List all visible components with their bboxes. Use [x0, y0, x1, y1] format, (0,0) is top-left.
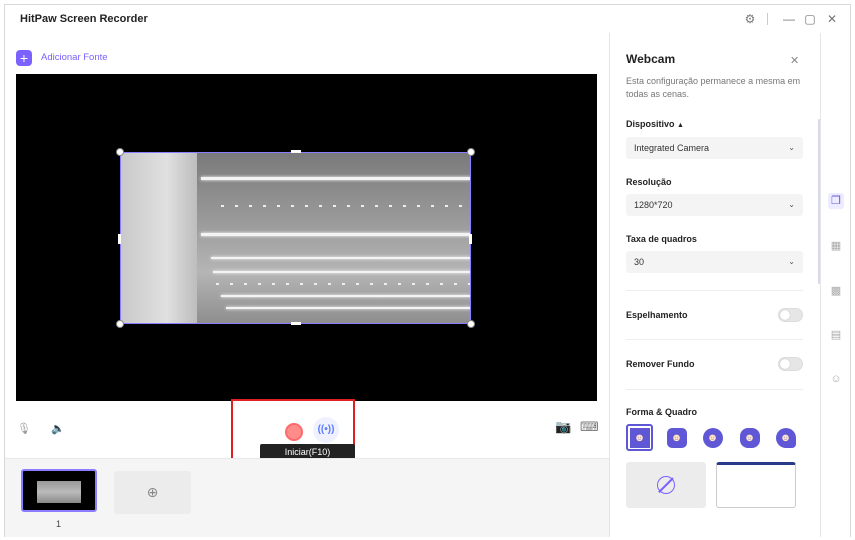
face-icon: ☻ [775, 427, 796, 448]
scene-bar: 1 ⊕ [5, 458, 609, 537]
shape-heart[interactable]: ☻ [772, 424, 799, 451]
speaker-icon[interactable]: 🔈 [51, 422, 65, 435]
shape-rectangle[interactable]: ☻ [626, 424, 653, 451]
face-icon: ☻ [666, 427, 687, 448]
minimize-icon[interactable]: — [782, 12, 796, 26]
add-source-label: Adicionar Fonte [41, 52, 108, 63]
app-window: HitPaw Screen Recorder ⚙ — ▢ ✕ + Adicion… [4, 4, 851, 537]
device-select[interactable]: Integrated Camera ⌄ [626, 137, 803, 159]
resize-handle-top-left[interactable] [116, 148, 124, 156]
shape-circle[interactable]: ☻ [699, 424, 726, 451]
divider [626, 290, 803, 291]
title-separator [767, 13, 768, 25]
chevron-down-icon: ⌄ [788, 257, 795, 266]
shape-label: Forma & Quadro [626, 407, 698, 417]
main-area: + Adicionar Fonte 🎙 🔈 ((•)) 📷 ⌨ Iniciar(… [5, 33, 609, 537]
resize-handle-right[interactable] [469, 234, 472, 244]
divider [626, 389, 803, 390]
app-title: HitPaw Screen Recorder [20, 13, 148, 25]
plus-icon: + [16, 49, 32, 66]
face-icon: ☻ [739, 427, 760, 448]
face-icon: ☻ [629, 427, 650, 448]
add-source-button[interactable]: + Adicionar Fonte [16, 49, 108, 66]
plus-circle-icon: ⊕ [146, 484, 159, 500]
microphone-icon[interactable]: 🎙 [17, 422, 31, 435]
frame-none[interactable] [626, 462, 706, 508]
frame-window[interactable] [716, 462, 796, 508]
maximize-icon[interactable]: ▢ [803, 12, 817, 26]
framerate-label: Taxa de quadros [626, 234, 697, 244]
chevron-down-icon: ⌄ [788, 143, 795, 152]
shape-rounded[interactable]: ☻ [663, 424, 690, 451]
sticker-icon[interactable]: ☺ [828, 371, 844, 387]
resize-handle-top-right[interactable] [467, 148, 475, 156]
title-bar: HitPaw Screen Recorder ⚙ — ▢ ✕ [5, 5, 850, 33]
layers-icon[interactable]: ❐ [828, 193, 844, 209]
webcam-source[interactable] [120, 152, 471, 324]
ceiling-dots [221, 205, 470, 207]
ceiling-light [226, 307, 470, 309]
ceiling-light [221, 295, 470, 297]
mirror-label: Espelhamento [626, 310, 688, 320]
device-value: Integrated Camera [634, 143, 710, 153]
texture-icon[interactable]: ▩ [828, 283, 844, 299]
face-icon: ☻ [702, 427, 723, 448]
ceiling-light [211, 257, 470, 259]
camera-wall [121, 153, 197, 323]
webcam-settings-panel: Webcam ✕ Esta configuração permanece a m… [609, 33, 821, 537]
layout-icon[interactable]: ▦ [828, 238, 844, 254]
resize-handle-bottom-left[interactable] [116, 320, 124, 328]
resize-handle-bottom[interactable] [291, 322, 301, 325]
resolution-select[interactable]: 1280*720 ⌄ [626, 194, 803, 216]
device-label: Dispositivo ▲ [626, 119, 684, 129]
remove-bg-toggle[interactable] [778, 357, 803, 371]
scene-thumbnail[interactable] [21, 469, 97, 512]
camera-icon[interactable]: 📷 [555, 419, 571, 435]
panel-close-icon[interactable]: ✕ [790, 54, 799, 67]
scene-preview [37, 481, 81, 503]
settings-icon[interactable]: ⚙ [743, 12, 757, 26]
resolution-value: 1280*720 [634, 200, 673, 210]
keyboard-icon[interactable]: ⌨ [580, 419, 599, 435]
caret-up-icon: ▲ [677, 122, 684, 129]
ceiling-light [201, 233, 470, 236]
resolution-label: Resolução [626, 177, 672, 187]
resize-handle-left[interactable] [118, 234, 121, 244]
remove-bg-label: Remover Fundo [626, 359, 695, 369]
side-icon-strip: ❐ ▦ ▩ ▤ ☺ [820, 33, 850, 537]
scene-number: 1 [56, 519, 62, 529]
resize-handle-bottom-right[interactable] [467, 320, 475, 328]
mirror-toggle[interactable] [778, 308, 803, 322]
no-frame-icon [657, 476, 675, 494]
chevron-down-icon: ⌄ [788, 200, 795, 209]
ceiling-light [201, 177, 470, 180]
add-scene-button[interactable]: ⊕ [114, 471, 191, 514]
text-icon[interactable]: ▤ [828, 327, 844, 343]
resize-handle-top[interactable] [291, 150, 301, 153]
framerate-select[interactable]: 30 ⌄ [626, 251, 803, 273]
panel-description: Esta configuração permanece a mesma em t… [626, 76, 801, 99]
divider [626, 339, 803, 340]
preview-canvas[interactable] [16, 74, 597, 401]
shape-flower[interactable]: ☻ [736, 424, 763, 451]
panel-title: Webcam [626, 52, 676, 66]
ceiling-light [213, 271, 470, 273]
close-icon[interactable]: ✕ [825, 12, 839, 26]
ceiling-dots [216, 283, 470, 285]
framerate-value: 30 [634, 257, 645, 267]
